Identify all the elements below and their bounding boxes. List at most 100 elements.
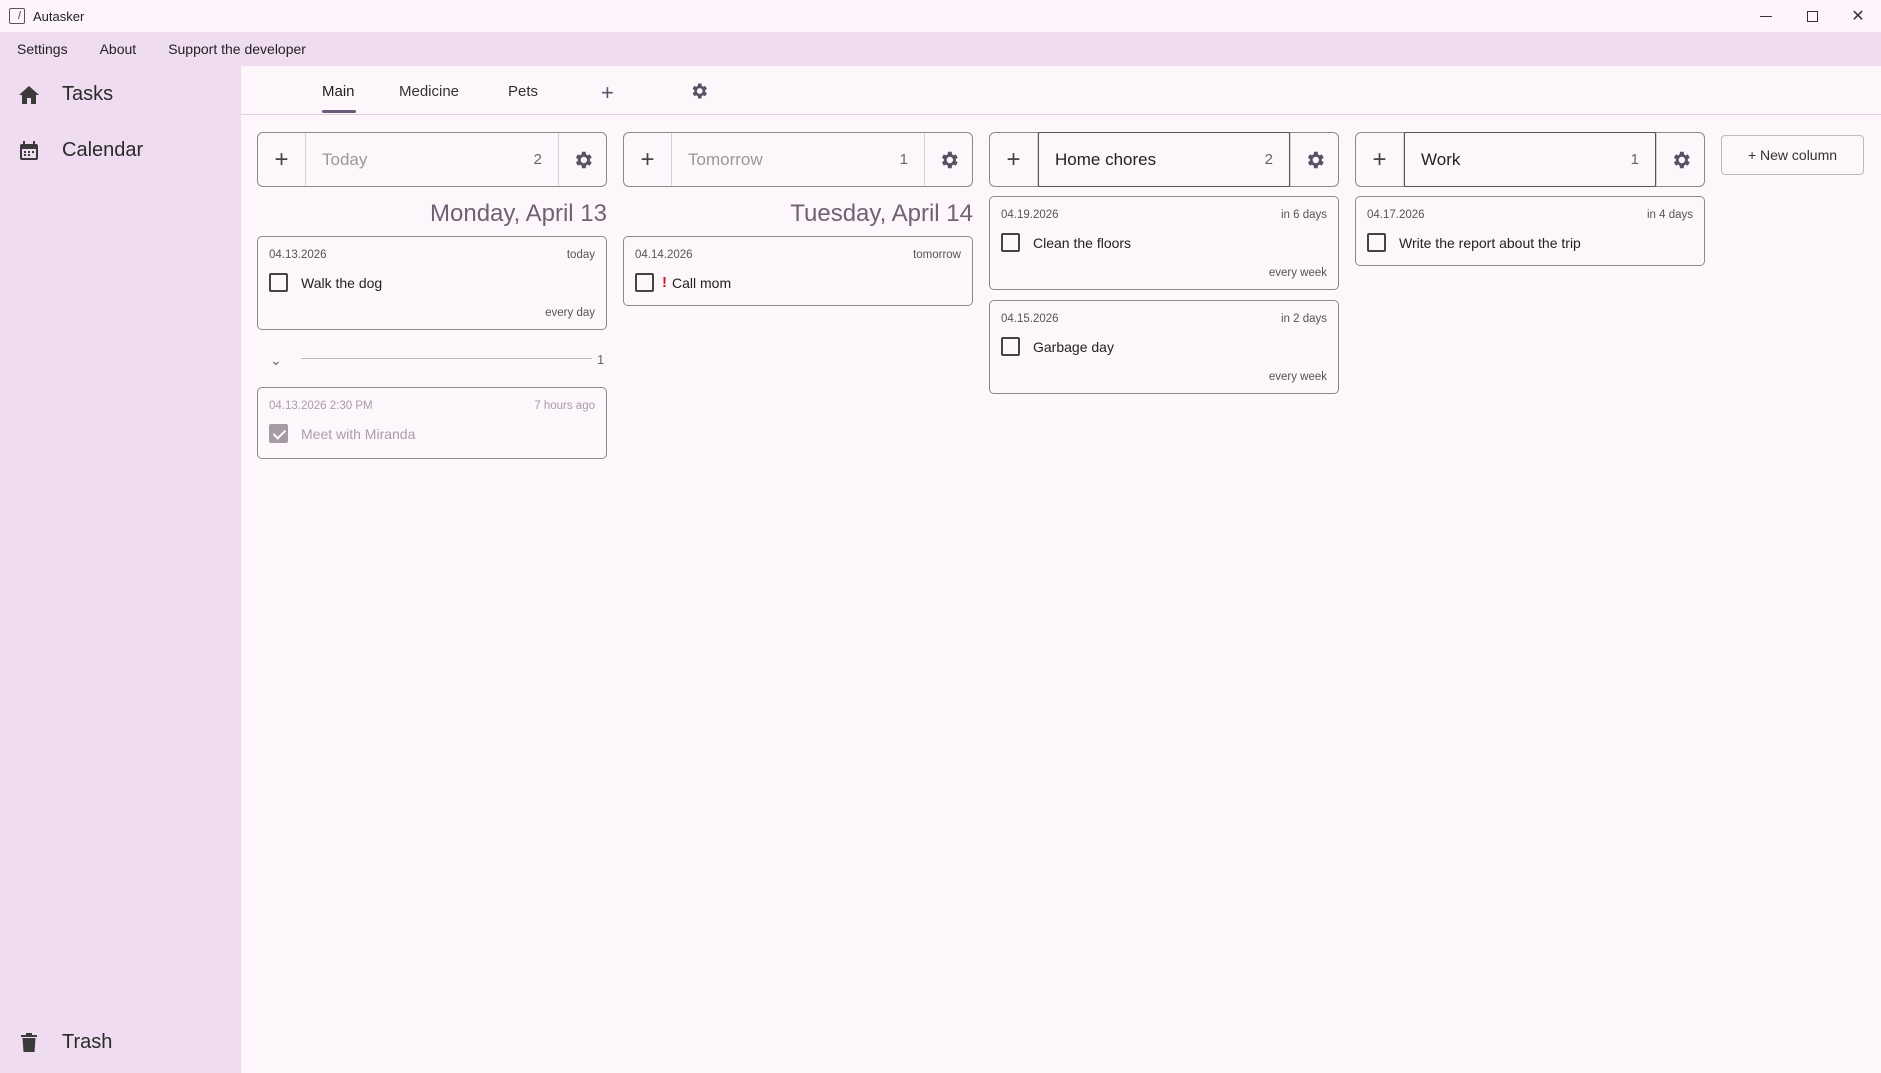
- column-header-work: + Work 1: [1355, 132, 1705, 187]
- gear-icon: [941, 151, 958, 168]
- task-checkbox[interactable]: [269, 273, 288, 292]
- task-repeat: every day: [545, 307, 595, 319]
- sidebar-item-label: Calendar: [62, 139, 144, 161]
- task-date: 04.13.2026 2:30 PM: [269, 400, 373, 412]
- column-name: Tomorrow: [688, 149, 763, 169]
- completed-count: 1: [597, 352, 605, 367]
- task-card-floors[interactable]: 04.19.2026 in 6 days Clean the floors ev…: [989, 196, 1339, 290]
- task-relative-time: in 2 days: [1280, 313, 1327, 325]
- completed-divider: [301, 358, 592, 359]
- sidebar-item-label: Tasks: [62, 83, 114, 105]
- task-repeat: every week: [1268, 267, 1327, 279]
- task-card-miranda[interactable]: 04.13.2026 2:30 PM 7 hours ago Meet with…: [257, 387, 607, 459]
- chevron-down-icon[interactable]: ⌄: [270, 352, 282, 369]
- date-heading: Tuesday, April 14: [790, 200, 973, 227]
- task-checkbox[interactable]: [1367, 233, 1386, 252]
- task-title: Walk the dog: [301, 274, 383, 291]
- task-title: Clean the floors: [1033, 234, 1132, 251]
- task-card-garbage[interactable]: 04.15.2026 in 2 days Garbage day every w…: [989, 300, 1339, 394]
- title-bar: Autasker ✕: [0, 0, 1881, 32]
- task-checkbox-checked[interactable]: [269, 424, 288, 443]
- menu-about[interactable]: About: [100, 41, 137, 57]
- task-row: Clean the floors: [1001, 233, 1131, 252]
- task-checkbox[interactable]: [1001, 337, 1020, 356]
- maximize-icon: [1806, 10, 1818, 22]
- column-count: 1: [1630, 151, 1639, 168]
- task-card-report[interactable]: 04.17.2026 in 4 days Write the report ab…: [1355, 196, 1705, 266]
- home-icon: [18, 84, 40, 106]
- tab-medicine[interactable]: Medicine: [399, 83, 459, 100]
- column-settings-button[interactable]: [558, 133, 606, 186]
- task-date: 04.13.2026: [269, 249, 327, 261]
- sidebar-item-calendar[interactable]: Calendar: [18, 139, 143, 162]
- column-header-tomorrow: + Tomorrow 1: [623, 132, 973, 187]
- column-settings-button[interactable]: [924, 133, 972, 186]
- app-icon: [9, 8, 25, 24]
- task-date: 04.15.2026: [1001, 313, 1059, 325]
- minimize-button[interactable]: [1743, 0, 1789, 32]
- menu-settings[interactable]: Settings: [17, 41, 68, 57]
- tab-settings-button[interactable]: [689, 81, 709, 107]
- column-settings-button[interactable]: [1656, 133, 1704, 186]
- column-name: Today: [322, 149, 368, 169]
- column-name-field[interactable]: Tomorrow 1: [672, 133, 924, 186]
- close-icon: ✕: [1851, 8, 1865, 25]
- priority-icon: !: [662, 274, 667, 291]
- column-count: 2: [1264, 151, 1273, 168]
- column-name: Work: [1421, 149, 1461, 169]
- task-row: Meet with Miranda: [269, 424, 415, 443]
- task-row: Write the report about the trip: [1367, 233, 1581, 252]
- calendar-icon: [18, 140, 40, 162]
- add-task-button[interactable]: +: [624, 133, 672, 186]
- task-card-mom[interactable]: 04.14.2026 tomorrow ! Call mom: [623, 236, 973, 306]
- active-tab-indicator: [322, 110, 356, 113]
- column-header-home-chores: + Home chores 2: [989, 132, 1339, 187]
- task-row: ! Call mom: [635, 273, 731, 292]
- column-count: 2: [533, 151, 542, 168]
- column-name-field[interactable]: Work 1: [1404, 132, 1656, 187]
- app-title: Autasker: [33, 8, 85, 24]
- sidebar: Tasks Calendar Trash: [0, 66, 241, 1073]
- column-settings-button[interactable]: [1290, 133, 1338, 186]
- close-button[interactable]: ✕: [1835, 0, 1881, 32]
- task-date: 04.19.2026: [1001, 209, 1059, 221]
- column-name-field[interactable]: Today 2: [306, 133, 558, 186]
- tab-bar: Main Medicine Pets +: [241, 66, 1881, 115]
- gear-icon: [692, 83, 707, 99]
- new-column-button[interactable]: + New column: [1721, 135, 1864, 175]
- gear-icon: [575, 151, 592, 168]
- sidebar-item-trash[interactable]: Trash: [18, 1031, 112, 1054]
- tab-main[interactable]: Main: [322, 83, 355, 100]
- column-name: Home chores: [1055, 149, 1157, 169]
- task-row: Walk the dog: [269, 273, 382, 292]
- task-card-walk[interactable]: 04.13.2026 today Walk the dog every day: [257, 236, 607, 330]
- window-controls: ✕: [1743, 0, 1881, 32]
- task-relative-time: today: [566, 249, 595, 261]
- sidebar-item-tasks[interactable]: Tasks: [18, 83, 113, 106]
- task-checkbox[interactable]: [1001, 233, 1020, 252]
- add-task-button[interactable]: +: [258, 133, 306, 186]
- column-header-today: + Today 2: [257, 132, 607, 187]
- task-relative-time: 7 hours ago: [534, 400, 595, 412]
- add-tab-button[interactable]: +: [601, 80, 614, 106]
- gear-icon: [1307, 151, 1324, 168]
- column-name-field[interactable]: Home chores 2: [1038, 132, 1290, 187]
- task-row: Garbage day: [1001, 337, 1114, 356]
- add-task-button[interactable]: +: [1356, 133, 1404, 186]
- column-count: 1: [899, 151, 908, 168]
- trash-icon: [18, 1032, 40, 1054]
- task-title: Meet with Miranda: [301, 425, 416, 442]
- task-repeat: every week: [1268, 371, 1327, 383]
- task-title: Write the report about the trip: [1399, 234, 1581, 251]
- tab-pets[interactable]: Pets: [508, 83, 538, 100]
- task-checkbox[interactable]: [635, 273, 654, 292]
- add-task-button[interactable]: +: [990, 133, 1038, 186]
- gear-icon: [1673, 151, 1690, 168]
- task-date: 04.14.2026: [635, 249, 693, 261]
- menu-support[interactable]: Support the developer: [168, 41, 306, 57]
- task-relative-time: in 6 days: [1280, 209, 1327, 221]
- maximize-button[interactable]: [1789, 0, 1835, 32]
- task-title: Garbage day: [1033, 338, 1114, 355]
- task-relative-time: tomorrow: [913, 249, 961, 261]
- task-date: 04.17.2026: [1367, 209, 1425, 221]
